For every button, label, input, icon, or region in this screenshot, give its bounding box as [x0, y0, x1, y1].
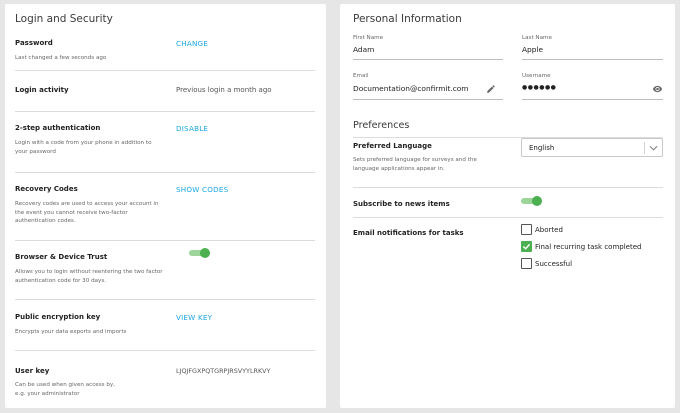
login-security-title: Login and Security	[15, 13, 113, 25]
last-name-label: Last Name	[522, 35, 552, 41]
divider	[15, 111, 315, 112]
recovery-codes-desc: Recovery codes are used to access your a…	[15, 201, 159, 225]
public-key-label: Public encryption key	[15, 313, 101, 321]
divider	[15, 350, 315, 351]
language-select[interactable]: English	[521, 138, 663, 157]
eye-icon[interactable]	[652, 84, 663, 94]
select-separator	[644, 142, 645, 154]
chevron-down-icon	[649, 144, 658, 152]
final-recurring-label: Final recurring task completed	[535, 243, 642, 251]
first-name-input[interactable]: Adam	[353, 45, 374, 54]
login-activity-label: Login activity	[15, 86, 69, 94]
user-key-label: User key	[15, 367, 50, 375]
subscribe-news-toggle[interactable]	[521, 196, 542, 206]
email-underline	[353, 99, 503, 100]
change-password-link[interactable]: CHANGE	[176, 39, 208, 48]
device-trust-desc: Allows you to login without reentering t…	[15, 269, 163, 284]
aborted-label: Aborted	[535, 226, 563, 234]
password-label: Password	[15, 39, 53, 47]
divider	[15, 240, 315, 241]
public-key-desc: Encrypts your data exports and imports	[15, 329, 127, 335]
two-step-desc: Login with a code from your phone in add…	[15, 140, 152, 155]
successful-checkbox[interactable]	[521, 258, 532, 269]
last-name-input[interactable]: Apple	[522, 45, 543, 54]
last-name-underline	[522, 59, 663, 60]
final-recurring-checkbox[interactable]	[521, 241, 532, 252]
two-step-label: 2-step authentication	[15, 124, 101, 132]
language-select-value: English	[529, 144, 555, 152]
username-underline	[522, 99, 663, 100]
view-key-link[interactable]: VIEW KEY	[176, 313, 212, 322]
first-name-underline	[353, 59, 503, 60]
subscribe-news-label: Subscribe to news items	[353, 200, 450, 208]
disable-two-step-link[interactable]: DISABLE	[176, 124, 208, 133]
preferred-language-desc: Sets preferred language for surveys and …	[353, 157, 477, 172]
aborted-checkbox[interactable]	[521, 224, 532, 235]
divider	[15, 70, 315, 71]
username-label: Username	[522, 73, 551, 79]
first-name-label: First Name	[353, 35, 384, 41]
email-input[interactable]: Documentation@confirmit.com	[353, 84, 468, 93]
divider	[353, 187, 663, 188]
show-codes-link[interactable]: SHOW CODES	[176, 185, 228, 194]
user-key-desc: Can be used when given access by, e.g. y…	[15, 382, 115, 397]
device-trust-toggle[interactable]	[189, 248, 210, 258]
preferred-language-label: Preferred Language	[353, 142, 432, 150]
login-activity-info: Previous login a month ago	[176, 86, 272, 94]
successful-label: Successful	[535, 260, 573, 268]
username-input[interactable]: ●●●●●●	[522, 84, 556, 91]
personal-info-title: Personal Information	[353, 13, 462, 25]
divider	[15, 172, 315, 173]
recovery-codes-label: Recovery Codes	[15, 185, 78, 193]
divider	[353, 217, 663, 218]
divider	[15, 299, 315, 300]
toggle-knob	[532, 196, 542, 206]
personal-info-panel: Personal Information First Name Adam Las…	[340, 4, 675, 408]
email-notifications-label: Email notifications for tasks	[353, 229, 464, 237]
login-security-panel: Login and Security Password Last changed…	[5, 4, 326, 408]
preferences-title: Preferences	[353, 120, 410, 131]
device-trust-label: Browser & Device Trust	[15, 253, 108, 261]
checkmark-icon	[522, 243, 531, 250]
user-key-value: LJQJFGXPQTGRPJRSVYYLRKVY	[176, 367, 271, 375]
pencil-icon[interactable]	[486, 84, 496, 94]
toggle-knob	[200, 248, 210, 258]
password-desc: Last changed a few seconds ago	[15, 55, 107, 61]
email-label: Email	[353, 73, 369, 79]
